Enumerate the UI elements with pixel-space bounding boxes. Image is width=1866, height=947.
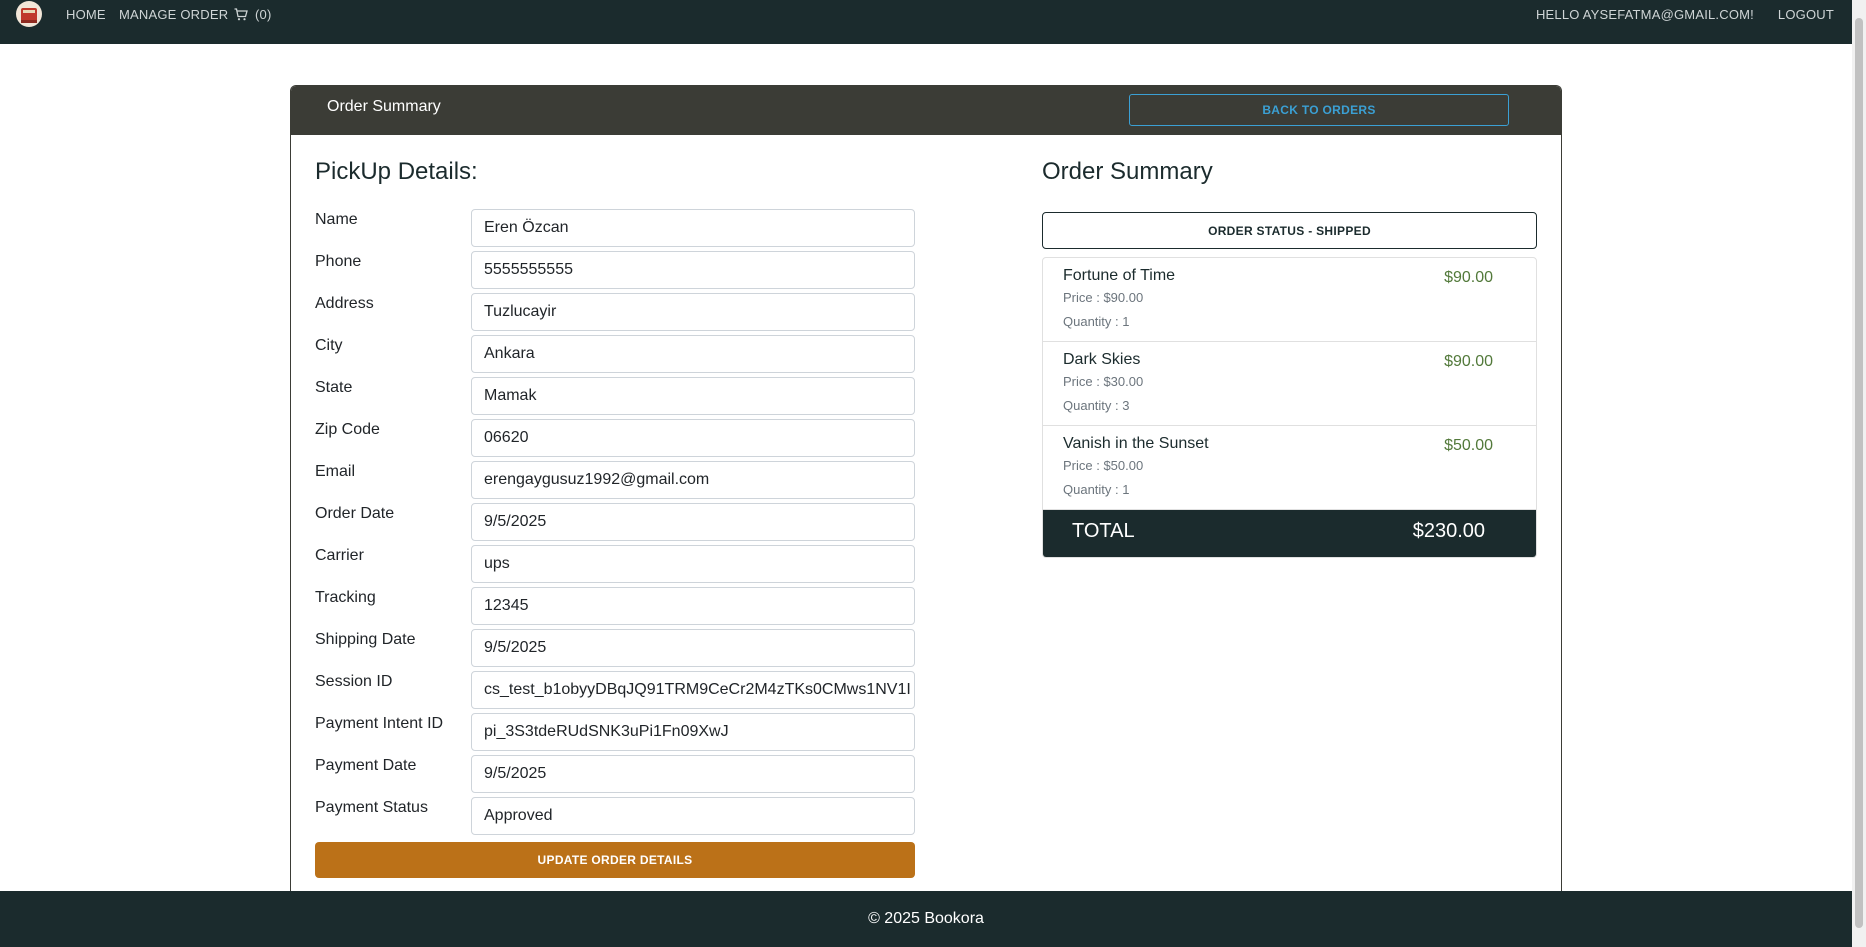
nav-manage-order-link[interactable]: MANAGE ORDER	[119, 7, 228, 22]
email-label: Email	[315, 463, 356, 480]
form-row-state: State Mamak	[315, 377, 915, 415]
tracking-label: Tracking	[315, 589, 376, 606]
form-row-address: Address Tuzlucayir	[315, 293, 915, 331]
nav-cart-link[interactable]: (0)	[234, 7, 272, 22]
form-row-city: City Ankara	[315, 335, 915, 373]
form-row-tracking: Tracking 12345	[315, 587, 915, 625]
item-price: Price : $90.00	[1063, 290, 1144, 305]
footer-copyright: © 2025 Bookora	[868, 910, 984, 927]
item-title: Vanish in the Sunset	[1063, 435, 1209, 452]
page-footer: © 2025 Bookora	[0, 891, 1852, 947]
form-row-name: Name Eren Özcan	[315, 209, 915, 247]
payment-status-input[interactable]: Approved	[471, 797, 915, 835]
phone-label: Phone	[315, 253, 362, 270]
item-price: Price : $50.00	[1063, 458, 1144, 473]
session-id-input[interactable]: cs_test_b1obyyDBqJQ91TRM9CeCr2M4zTKs0CMw…	[471, 671, 915, 709]
email-input[interactable]: erengaygusuz1992@gmail.com	[471, 461, 915, 499]
form-row-order-date: Order Date 9/5/2025	[315, 503, 915, 541]
card-header-title: Order Summary	[327, 98, 441, 115]
carrier-input[interactable]: ups	[471, 545, 915, 583]
total-label: TOTAL	[1072, 520, 1135, 542]
nav-home-link[interactable]: HOME	[66, 7, 106, 22]
order-total-bar: TOTAL $230.00	[1043, 510, 1536, 557]
payment-intent-id-input[interactable]: pi_3S3tdeRUdSNK3uPi1Fn09XwJ	[471, 713, 915, 751]
tracking-input[interactable]: 12345	[471, 587, 915, 625]
name-input[interactable]: Eren Özcan	[471, 209, 915, 247]
order-items-list: Fortune of Time Price : $90.00 Quantity …	[1042, 257, 1537, 558]
form-row-shipping-date: Shipping Date 9/5/2025	[315, 629, 915, 667]
order-date-label: Order Date	[315, 505, 395, 522]
name-label: Name	[315, 211, 358, 228]
zip-code-input[interactable]: 06620	[471, 419, 915, 457]
form-row-phone: Phone 5555555555	[315, 251, 915, 289]
scrollbar-thumb[interactable]	[1855, 18, 1863, 928]
city-input[interactable]: Ankara	[471, 335, 915, 373]
list-item: Dark Skies Price : $30.00 Quantity : 3 $…	[1043, 342, 1536, 426]
top-navbar: HOME MANAGE ORDER (0) HELLO AYSEFATMA@GM…	[0, 0, 1852, 44]
back-to-orders-button[interactable]: BACK TO ORDERS	[1129, 94, 1509, 126]
payment-status-label: Payment Status	[315, 799, 428, 816]
item-total: $90.00	[1444, 353, 1493, 370]
page-scrollbar[interactable]	[1852, 0, 1866, 947]
session-id-label: Session ID	[315, 673, 393, 690]
total-value: $230.00	[1412, 520, 1485, 542]
item-price: Price : $30.00	[1063, 374, 1144, 389]
list-item: Vanish in the Sunset Price : $50.00 Quan…	[1043, 426, 1536, 510]
item-total: $90.00	[1444, 269, 1493, 286]
form-row-zip: Zip Code 06620	[315, 419, 915, 457]
shipping-date-label: Shipping Date	[315, 631, 416, 648]
order-summary-heading: Order Summary	[1042, 158, 1213, 185]
order-date-input[interactable]: 9/5/2025	[471, 503, 915, 541]
form-row-email: Email erengaygusuz1992@gmail.com	[315, 461, 915, 499]
state-label: State	[315, 379, 353, 396]
book-logo-icon[interactable]	[14, 0, 44, 30]
item-title: Fortune of Time	[1063, 267, 1176, 284]
item-quantity: Quantity : 1	[1063, 482, 1130, 497]
form-row-carrier: Carrier ups	[315, 545, 915, 583]
form-row-session-id: Session ID cs_test_b1obyyDBqJQ91TRM9CeCr…	[315, 671, 915, 709]
nav-logout-link[interactable]: LOGOUT	[1778, 7, 1834, 22]
order-status-badge: ORDER STATUS - SHIPPED	[1042, 212, 1537, 249]
form-row-payment-date: Payment Date 9/5/2025	[315, 755, 915, 793]
list-item: Fortune of Time Price : $90.00 Quantity …	[1043, 258, 1536, 342]
order-card: Order Summary BACK TO ORDERS PickUp Deta…	[290, 85, 1562, 900]
pickup-details-heading: PickUp Details:	[315, 158, 478, 185]
card-header: Order Summary BACK TO ORDERS	[291, 86, 1561, 135]
item-total: $50.00	[1444, 437, 1493, 454]
item-title: Dark Skies	[1063, 351, 1141, 368]
form-row-payment-status: Payment Status Approved	[315, 797, 915, 835]
item-quantity: Quantity : 1	[1063, 314, 1130, 329]
form-row-payment-intent: Payment Intent ID pi_3S3tdeRUdSNK3uPi1Fn…	[315, 713, 915, 751]
update-order-details-button[interactable]: UPDATE ORDER DETAILS	[315, 842, 915, 878]
shipping-date-input[interactable]: 9/5/2025	[471, 629, 915, 667]
city-label: City	[315, 337, 343, 354]
cart-icon	[234, 8, 248, 21]
address-label: Address	[315, 295, 374, 312]
address-input[interactable]: Tuzlucayir	[471, 293, 915, 331]
payment-intent-id-label: Payment Intent ID	[315, 715, 444, 732]
state-input[interactable]: Mamak	[471, 377, 915, 415]
carrier-label: Carrier	[315, 547, 364, 564]
phone-input[interactable]: 5555555555	[471, 251, 915, 289]
zip-code-label: Zip Code	[315, 421, 380, 438]
nav-user-greeting[interactable]: HELLO AYSEFATMA@GMAIL.COM!	[1536, 7, 1754, 22]
item-quantity: Quantity : 3	[1063, 398, 1130, 413]
payment-date-label: Payment Date	[315, 757, 417, 774]
payment-date-input[interactable]: 9/5/2025	[471, 755, 915, 793]
cart-count: (0)	[255, 7, 272, 22]
